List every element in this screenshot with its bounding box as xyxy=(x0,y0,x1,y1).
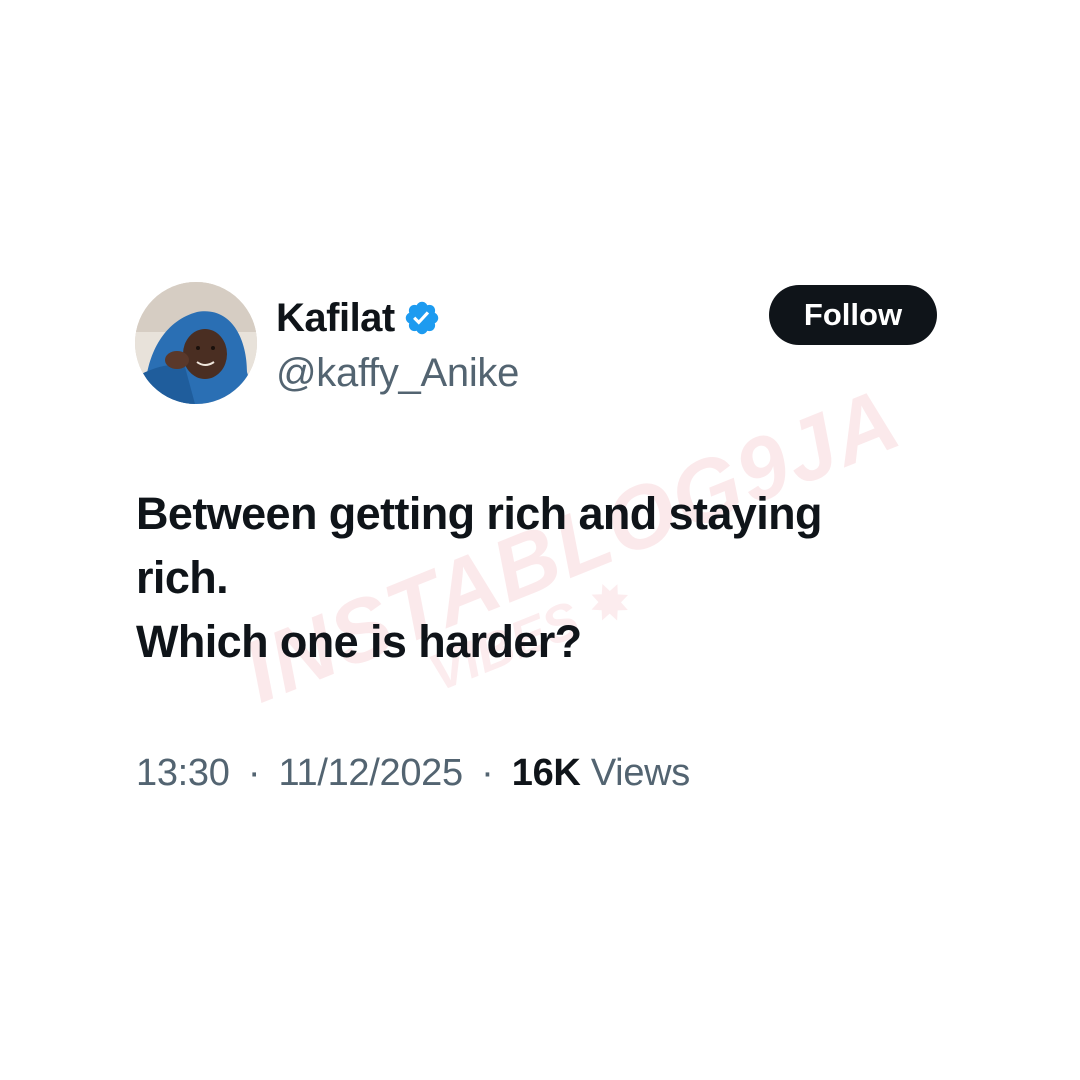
display-name[interactable]: Kafilat xyxy=(276,293,395,343)
avatar-photo-icon xyxy=(135,282,257,404)
tweet-text-line: Which one is harder? xyxy=(136,616,582,667)
views-count: 16K xyxy=(511,752,581,794)
tweet-text-line: Between getting rich and staying xyxy=(136,488,823,539)
tweet-date[interactable]: 11/12/2025 xyxy=(278,752,463,794)
avatar[interactable] xyxy=(135,282,257,404)
tweet-meta: 13:30 · 11/12/2025 · 16K Views xyxy=(136,745,690,801)
meta-separator: · xyxy=(481,752,494,794)
author-handle[interactable]: @kaffy_Anike xyxy=(276,348,519,398)
tweet-card: Kafilat @kaffy_Anike Follow INSTABLOG9JA… xyxy=(0,0,1080,1080)
verified-badge-icon xyxy=(403,299,441,337)
author-name-row: Kafilat xyxy=(276,293,441,343)
meta-separator: · xyxy=(247,752,261,794)
follow-button[interactable]: Follow xyxy=(769,285,937,345)
tweet-text-line: rich. xyxy=(136,552,229,603)
views-label: Views xyxy=(590,752,691,794)
tweet-time[interactable]: 13:30 xyxy=(136,752,230,794)
tweet-text: Between getting rich and staying rich. W… xyxy=(136,482,956,674)
